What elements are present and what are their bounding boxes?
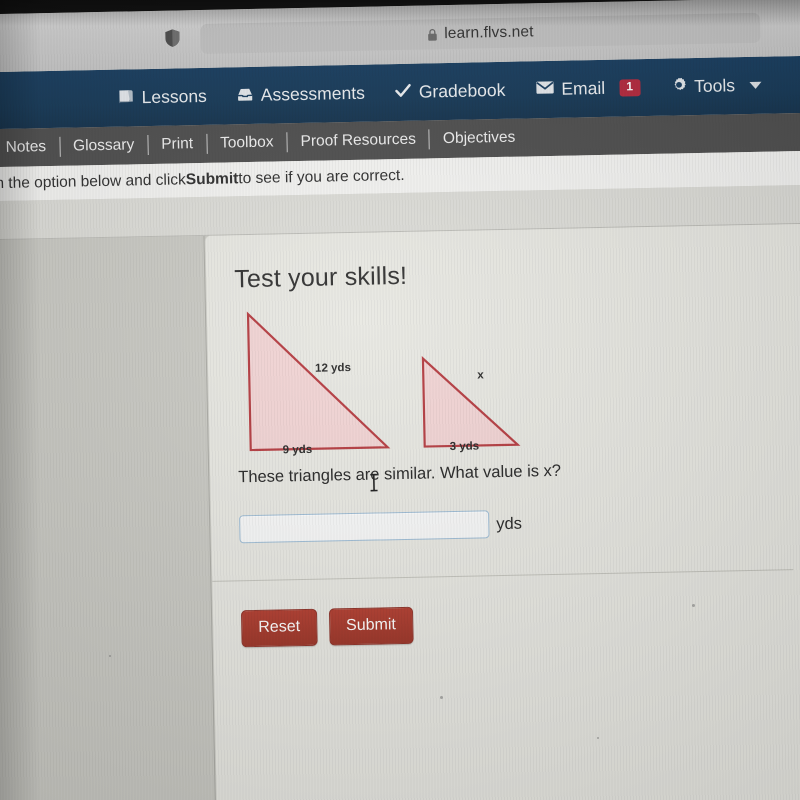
nav-item-gradebook[interactable]: Gradebook <box>395 79 506 103</box>
answer-unit-label: yds <box>496 514 523 533</box>
nav-item-assessments[interactable]: Assessments <box>237 82 365 107</box>
url-text: learn.flvs.net <box>444 23 534 43</box>
triangle-left <box>246 311 391 452</box>
label-left-hypotenuse: 12 yds <box>314 362 352 375</box>
checkmark-icon <box>395 81 412 103</box>
answer-row: yds <box>239 504 800 544</box>
lock-icon <box>427 28 437 41</box>
address-bar[interactable]: learn.flvs.net <box>200 12 761 54</box>
activity-panel: Test your skills! 12 yds x 9 yds 3 yds T… <box>204 223 800 800</box>
email-unread-badge: 1 <box>618 79 641 97</box>
answer-input[interactable] <box>239 510 490 544</box>
subnav-item-toolbox[interactable]: Toolbox <box>207 133 287 153</box>
subnav-item-print[interactable]: Print <box>148 135 206 154</box>
triangle-right <box>421 356 521 448</box>
label-right-base: 3 yds <box>449 440 480 454</box>
gear-icon <box>670 76 687 98</box>
reset-button[interactable]: Reset <box>240 608 318 648</box>
subnav-item-glossary[interactable]: Glossary <box>60 136 147 156</box>
photo-of-screen: learn.flvs.net Lessons Assessments Grade… <box>0 0 800 800</box>
nav-item-email[interactable]: Email 1 <box>535 77 641 100</box>
button-row: Reset Submit <box>240 599 800 648</box>
instruction-bold: Submit <box>185 170 239 189</box>
nav-label: Assessments <box>260 82 366 105</box>
similar-triangles-figure: 12 yds x 9 yds 3 yds <box>237 296 560 467</box>
subnav-item-proof-resources[interactable]: Proof Resources <box>287 130 429 151</box>
chevron-down-icon[interactable] <box>749 81 763 89</box>
instruction-after: to see if you are correct. <box>238 166 405 188</box>
book-icon <box>117 87 134 109</box>
page-title: Test your skills! <box>234 261 408 294</box>
envelope-icon <box>535 79 554 100</box>
shield-icon[interactable] <box>164 28 180 47</box>
work-area: Test your skills! 12 yds x 9 yds 3 yds T… <box>0 223 800 800</box>
left-gutter <box>0 235 217 800</box>
instruction-before: rom the option below and click <box>0 171 186 193</box>
nav-item-tools[interactable]: Tools <box>670 74 763 98</box>
triangles-svg <box>246 311 521 452</box>
subnav-item-notes[interactable]: Notes <box>0 138 59 157</box>
nav-label: Lessons <box>141 85 208 108</box>
nav-label: Tools <box>693 75 736 97</box>
submit-button[interactable]: Submit <box>328 606 414 646</box>
nav-item-lessons[interactable]: Lessons <box>117 85 207 109</box>
nav-label: Email <box>561 77 606 99</box>
inbox-tray-icon <box>237 84 254 106</box>
section-divider <box>212 569 794 582</box>
nav-label: Gradebook <box>418 79 506 102</box>
label-right-hypotenuse: x <box>477 369 484 382</box>
subnav-item-objectives[interactable]: Objectives <box>430 128 529 148</box>
screen-content: learn.flvs.net Lessons Assessments Grade… <box>0 0 800 800</box>
label-left-base: 9 yds <box>282 443 313 457</box>
